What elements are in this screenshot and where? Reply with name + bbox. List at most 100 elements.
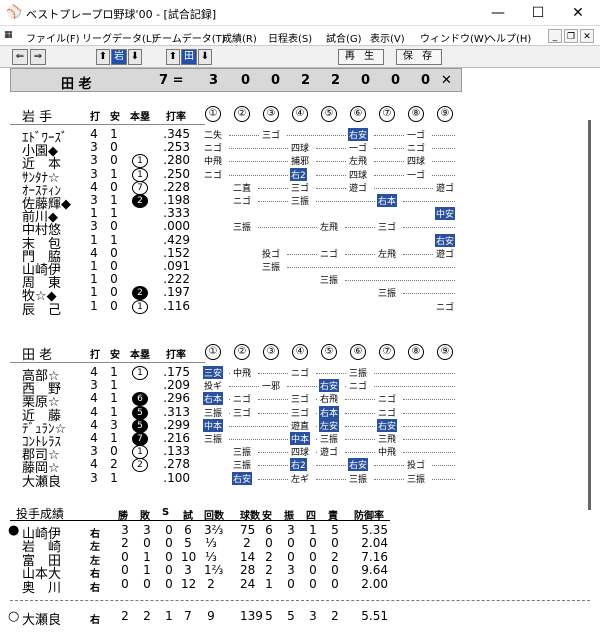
iwate-player-h: 0 [110, 180, 118, 194]
inning-header-9: ⑨ [437, 106, 453, 122]
taro-player-ab: 4 [90, 431, 98, 445]
iwate-dotted-line [229, 175, 288, 176]
taro-dotted-line [316, 399, 317, 400]
taro-at-bat-result: 左安 [319, 419, 340, 432]
team-b-down-button[interactable]: ⬇ [198, 49, 212, 65]
vertical-scrollbar[interactable] [588, 120, 591, 510]
menu-league[interactable]: リーグデータ(L) [82, 30, 155, 45]
iwate-at-bat-result: 左飛 [378, 250, 397, 260]
iwate-player-avg: .333 [163, 206, 190, 220]
taro-dotted-line [316, 439, 317, 440]
menu-view[interactable]: 表示(V) [370, 30, 405, 45]
iwate-header-divider [10, 124, 205, 125]
inning-header-9: ⑨ [437, 344, 453, 360]
pitcher-g: 3 [184, 563, 192, 577]
score-inning-9: ✕ [441, 73, 452, 88]
menu-help[interactable]: ヘルプ(H) [486, 30, 531, 45]
taro-dotted-line [229, 439, 288, 440]
pitcher-k: 0 [287, 536, 295, 550]
next-arrow-icon[interactable]: ⇒ [30, 49, 46, 65]
mdi-close-button[interactable]: ✕ [580, 29, 594, 43]
mdi-minimize-button[interactable]: _ [548, 29, 562, 43]
taro-dotted-line [258, 452, 288, 453]
iwate-player-ab: 3 [90, 219, 98, 233]
taro-at-bat-result: 三振 [320, 435, 339, 445]
inning-header-8: ⑧ [408, 106, 424, 122]
inning-header-4: ④ [292, 344, 308, 360]
taro-at-bat-result: 投ゴ [407, 461, 426, 471]
taro-dotted-line [345, 452, 375, 453]
pitcher-s: 0 [165, 536, 173, 550]
inning-header-1: ① [205, 106, 221, 122]
replay-button[interactable]: 再 生 [338, 49, 384, 65]
team-a-up-button[interactable]: ⬆ [96, 49, 110, 65]
team-a-select-button[interactable]: 岩 [111, 49, 127, 65]
taro-at-bat-result: 投ギ [204, 382, 223, 392]
doc-icon[interactable]: ▦ [4, 30, 13, 40]
iwate-dotted-line [374, 148, 404, 149]
maximize-button[interactable]: ☐ [518, 2, 558, 24]
pitching-header-divider [10, 520, 390, 521]
pitcher-h: 0 [265, 536, 273, 550]
iwate-player-ab: 3 [90, 167, 98, 181]
taro-dotted-line [316, 426, 317, 427]
iwate-at-bat-result: 中安 [435, 207, 456, 220]
team-b-select-button[interactable]: 田 [181, 49, 197, 65]
taro-header-avg: 打率 [166, 350, 186, 361]
mdi-restore-button[interactable]: ❐ [564, 29, 578, 43]
pitcher-era: 9.64 [361, 563, 388, 577]
taro-dotted-line [345, 399, 375, 400]
score-inning-7: 0 [391, 73, 401, 88]
pitcher-l: 1 [143, 550, 151, 564]
iwate-dotted-line [432, 161, 455, 162]
pitcher-l: 0 [143, 536, 151, 550]
close-button[interactable]: ✕ [558, 2, 598, 24]
menu-window[interactable]: ウィンドウ(W) [420, 30, 488, 45]
taro-at-bat-result: 中飛 [233, 369, 252, 379]
pitcher-k: 3 [287, 523, 295, 537]
inning-header-6: ⑥ [350, 106, 366, 122]
menu-schedule[interactable]: 日程表(S) [268, 30, 312, 45]
iwate-player-avg: .116 [163, 299, 190, 313]
menu-game[interactable]: 試合(G) [326, 30, 362, 45]
taro-at-bat-result: 右安 [348, 458, 369, 471]
iwate-at-bat-result: 遊ゴ [349, 184, 368, 194]
taro-at-bat-result: 三振 [349, 369, 368, 379]
iwate-at-bat-result: 四球 [291, 144, 310, 154]
pitcher-inn: ⅓ [205, 550, 217, 564]
menu-stats[interactable]: 成績(R) [222, 30, 257, 45]
minimize-button[interactable]: — [478, 2, 518, 24]
taro-at-bat-result: 三振 [407, 475, 426, 485]
iwate-dotted-line [316, 188, 346, 189]
taro-at-bat-result: ニゴ [233, 395, 252, 405]
iwate-at-bat-result: 遊ゴ [436, 184, 455, 194]
iwate-player-avg: .228 [163, 180, 190, 194]
iwate-at-bat-result: 右本 [377, 194, 398, 207]
taro-at-bat-result: 三ゴ [291, 409, 310, 419]
save-button[interactable]: 保 存 [396, 49, 442, 65]
iwate-player-ab: 1 [90, 233, 98, 247]
menu-team[interactable]: チームデータ(T) [152, 30, 226, 45]
pitcher-hand: 右 [90, 569, 100, 580]
taro-dotted-line [403, 452, 455, 453]
team-a-down-button[interactable]: ⬇ [128, 49, 142, 65]
pitcher-name: 大瀬良 [22, 613, 62, 628]
inning-header-8: ⑧ [408, 344, 424, 360]
iwate-dotted-line [316, 148, 346, 149]
iwate-at-bat-result: 左飛 [349, 157, 368, 167]
pitcher-h: 1 [265, 577, 273, 591]
taro-player-h: 1 [110, 471, 118, 485]
iwate-player-hr-badge: 1 [132, 168, 148, 182]
menu-file[interactable]: ファイル(F) [26, 30, 80, 45]
taro-at-bat-result: ニゴ [378, 395, 397, 405]
taro-player-h: 2 [110, 457, 118, 471]
taro-player-hr-badge: 5 [132, 419, 148, 433]
taro-player-avg: .299 [163, 418, 190, 432]
iwate-player-ab: 4 [90, 127, 98, 141]
pitching-header-s: S [162, 507, 170, 518]
prev-arrow-icon[interactable]: ⇐ [12, 49, 28, 65]
inning-header-3: ③ [263, 106, 279, 122]
pitcher-era: 5.51 [361, 609, 388, 623]
team-b-up-button[interactable]: ⬆ [166, 49, 180, 65]
iwate-dotted-line [287, 254, 317, 255]
